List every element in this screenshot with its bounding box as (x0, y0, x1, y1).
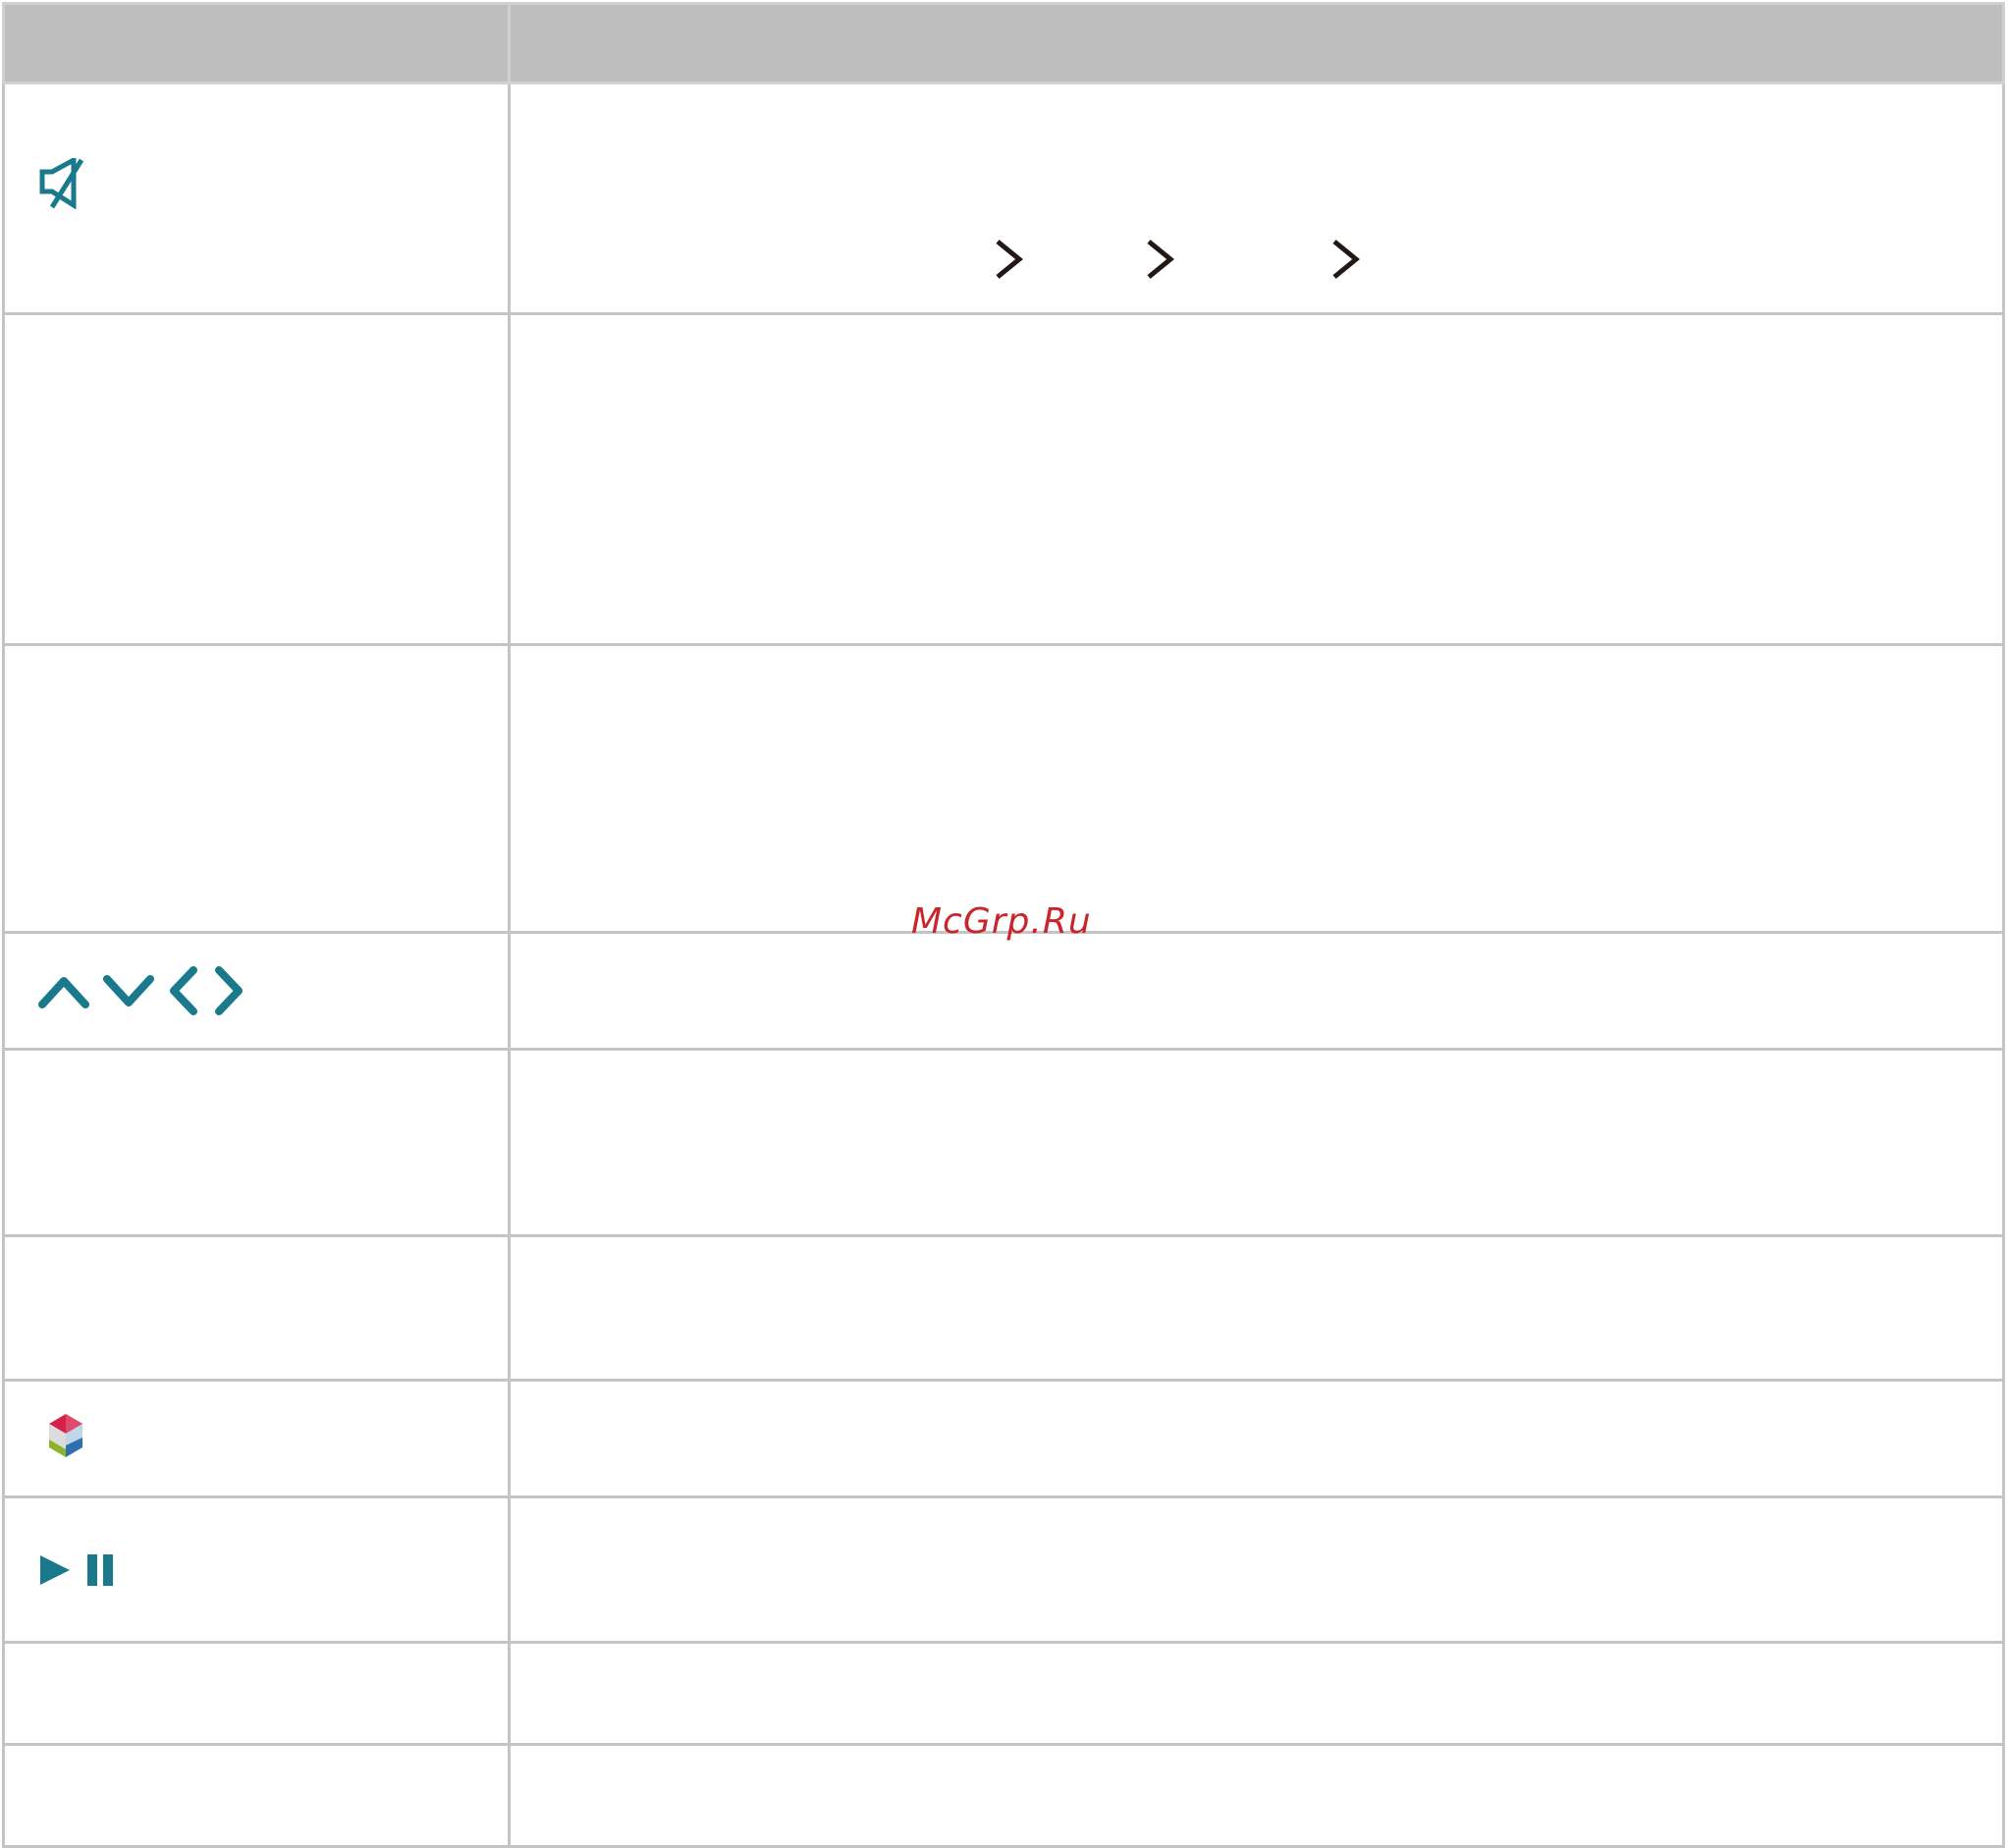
table-header-row (2, 2, 2005, 84)
table-row (2, 1379, 2005, 1498)
button-cell (2, 1641, 511, 1746)
header-cell-button (2, 2, 511, 84)
table-row (2, 1743, 2005, 1848)
button-cell (2, 1743, 511, 1848)
play-pause-icon (38, 1553, 508, 1587)
arrow-up-icon (38, 977, 89, 1008)
arrow-down-icon (103, 975, 154, 1006)
button-cell (2, 1048, 511, 1237)
description-cell (508, 82, 2005, 315)
table-row (2, 931, 2005, 1051)
table-row (2, 643, 2005, 934)
description-cell (508, 1234, 2005, 1382)
description-cell (508, 312, 2005, 646)
description-cell (508, 1048, 2005, 1237)
button-cell (2, 1234, 511, 1382)
arrow-right-icon (215, 966, 243, 1015)
table-row (2, 82, 2005, 315)
description-cell (508, 1743, 2005, 1848)
description-cell (508, 643, 2005, 934)
description-cell (508, 1379, 2005, 1498)
play-icon (40, 1554, 70, 1585)
direction-arrows-icon (38, 966, 508, 1015)
arrow-left-icon (170, 966, 197, 1015)
smart-hub-icon (49, 1414, 82, 1457)
button-cell (2, 931, 511, 1051)
mute-icon (39, 158, 84, 209)
table-row (2, 1048, 2005, 1237)
table-row (2, 1234, 2005, 1382)
button-cell (2, 82, 511, 315)
table-row (2, 312, 2005, 646)
chevron-right-icon (1332, 239, 1360, 279)
description-cell (508, 1495, 2005, 1644)
table-row (2, 1495, 2005, 1644)
button-cell (2, 1495, 511, 1644)
description-cell (508, 1641, 2005, 1746)
chevron-right-icon (996, 239, 1023, 279)
chevron-right-icon (1147, 239, 1174, 279)
table-row (2, 1641, 2005, 1746)
button-cell (2, 312, 511, 646)
button-cell (2, 643, 511, 934)
button-cell (2, 1379, 511, 1498)
header-cell-description (508, 2, 2005, 84)
description-cell (508, 931, 2005, 1051)
watermark-text: McGrp.Ru (911, 901, 1092, 942)
pause-icon (87, 1553, 113, 1586)
